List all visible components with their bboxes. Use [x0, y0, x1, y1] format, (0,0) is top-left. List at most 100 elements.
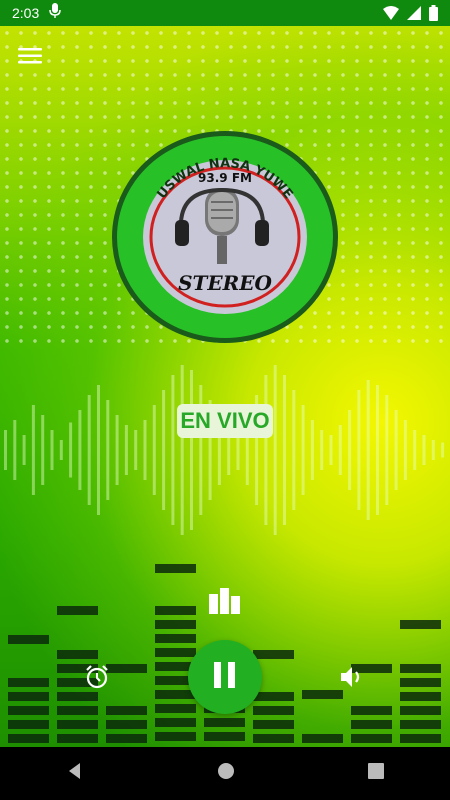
eq-block — [400, 720, 441, 729]
eq-block — [155, 690, 196, 699]
navigation-bar — [0, 747, 450, 800]
wave-bar — [106, 400, 110, 500]
wave-bar — [283, 375, 286, 525]
wave-bar — [292, 390, 296, 510]
eq-block — [253, 650, 294, 659]
eq-block — [106, 706, 147, 715]
eq-block — [400, 620, 441, 629]
station-frequency: 93.9 FM — [198, 171, 252, 185]
wave-bar — [13, 420, 17, 480]
eq-block — [253, 720, 294, 729]
eq-block — [400, 678, 441, 687]
volume-icon — [339, 667, 365, 694]
eq-block — [155, 634, 196, 643]
eq-block — [155, 704, 196, 713]
eq-block — [400, 734, 441, 743]
wave-bar — [59, 440, 63, 460]
eq-block — [351, 706, 392, 715]
wave-bar — [394, 410, 398, 490]
live-badge: EN VIVO — [177, 404, 273, 438]
play-pause-button[interactable] — [188, 640, 262, 714]
wave-bar — [41, 415, 45, 485]
wave-bar — [376, 385, 379, 515]
wave-bar — [273, 365, 277, 535]
eq-block — [57, 606, 98, 615]
eq-block — [155, 648, 196, 657]
wave-bar — [152, 405, 156, 495]
wave-bar — [22, 435, 26, 465]
home-button[interactable] — [217, 762, 235, 785]
eq-block — [106, 734, 147, 743]
wave-bar — [366, 380, 370, 520]
wave-bar — [403, 420, 407, 480]
station-logo: USWAL NASA YUWE 93.9 FM STEREO — [112, 131, 338, 343]
eq-block — [155, 620, 196, 629]
eq-block — [302, 690, 343, 699]
wave-bar — [320, 430, 324, 470]
station-subtitle: STEREO — [178, 271, 272, 295]
eq-block — [351, 734, 392, 743]
wave-bar — [50, 430, 54, 470]
wave-bar — [124, 425, 128, 475]
wave-bar — [143, 420, 147, 480]
recents-button[interactable] — [367, 763, 384, 784]
wave-bar — [413, 430, 417, 470]
wave-bar — [301, 405, 305, 495]
eq-block — [253, 706, 294, 715]
eq-block — [8, 692, 49, 701]
audio-waveform — [4, 365, 445, 535]
eq-block — [8, 720, 49, 729]
signal-icon — [407, 6, 421, 25]
wave-bar — [431, 440, 435, 460]
eq-block — [302, 734, 343, 743]
status-bar: 2:03 — [0, 0, 450, 26]
wave-bar — [171, 375, 175, 525]
eq-block — [57, 734, 98, 743]
eq-block — [155, 732, 196, 741]
wave-bar — [385, 395, 389, 505]
eq-block — [106, 664, 147, 673]
wave-bar — [162, 390, 166, 510]
eq-block — [57, 650, 98, 659]
back-button[interactable] — [66, 762, 84, 785]
eq-block — [57, 706, 98, 715]
battery-icon — [429, 5, 438, 26]
wifi-icon — [383, 6, 399, 25]
eq-block — [8, 678, 49, 687]
wave-bar — [115, 415, 119, 485]
eq-block — [106, 720, 147, 729]
eq-block — [8, 706, 49, 715]
eq-block — [204, 718, 245, 727]
status-time: 2:03 — [12, 5, 40, 21]
wave-bar — [329, 435, 333, 465]
wave-bar — [422, 435, 426, 465]
eq-block — [351, 720, 392, 729]
wave-bar — [180, 365, 184, 535]
wave-bar — [357, 390, 361, 510]
eq-block — [253, 692, 294, 701]
eq-block — [253, 734, 294, 743]
wave-bar — [190, 370, 193, 530]
alarm-icon — [84, 665, 110, 694]
menu-button[interactable] — [18, 46, 44, 68]
pause-icon — [214, 661, 236, 693]
equalizer-icon[interactable] — [208, 588, 242, 619]
eq-block — [155, 606, 196, 615]
volume-button[interactable] — [339, 664, 365, 690]
eq-block — [400, 706, 441, 715]
wave-bar — [4, 430, 7, 470]
eq-block — [155, 564, 196, 573]
wave-bar — [97, 385, 100, 515]
wave-bar — [441, 442, 445, 458]
alarm-button[interactable] — [84, 664, 110, 690]
wave-bar — [69, 422, 73, 478]
wave-bar — [348, 410, 352, 490]
eq-block — [155, 718, 196, 727]
eq-block — [57, 720, 98, 729]
wave-bar — [31, 405, 35, 495]
eq-block — [8, 734, 49, 743]
mic-icon — [49, 2, 61, 24]
menu-icon — [18, 46, 44, 71]
eq-block — [8, 635, 49, 644]
eq-block — [400, 692, 441, 701]
